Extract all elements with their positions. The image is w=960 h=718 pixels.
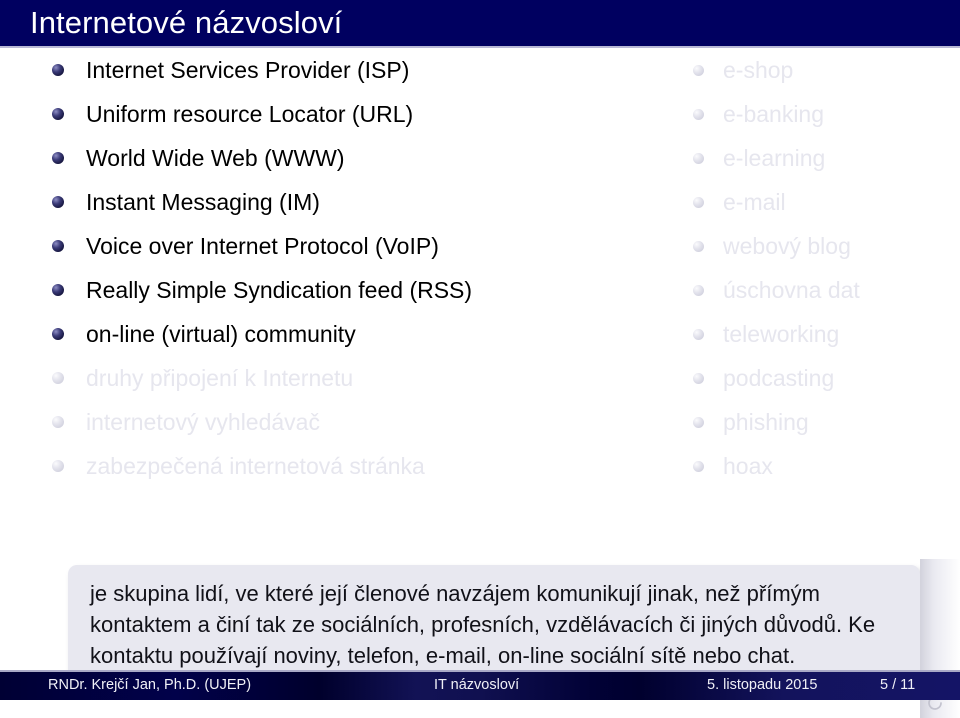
left-bullet-label: Uniform resource Locator (URL) bbox=[86, 101, 414, 127]
bullet-sphere-icon bbox=[693, 65, 704, 76]
right-bullet-item: hoax bbox=[693, 444, 955, 488]
left-bullet-item: on-line (virtual) community bbox=[52, 312, 672, 356]
right-bullet-item: úschovna dat bbox=[693, 268, 955, 312]
right-bullet-label: e-shop bbox=[723, 57, 794, 83]
slide-title-bar: Internetové názvosloví bbox=[0, 0, 960, 46]
right-bullet-label: phishing bbox=[723, 409, 809, 435]
bullet-sphere-icon bbox=[693, 153, 704, 164]
left-bullet-item: zabezpečená internetová stránka bbox=[52, 444, 672, 488]
page-title: Internetové názvosloví bbox=[30, 5, 343, 40]
bullet-sphere-icon bbox=[52, 328, 64, 340]
bullet-sphere-icon bbox=[693, 109, 704, 120]
left-bullet-label: on-line (virtual) community bbox=[86, 321, 356, 347]
left-bullet-list: Internet Services Provider (ISP) Uniform … bbox=[52, 48, 672, 488]
right-bullet-label: e-mail bbox=[723, 189, 786, 215]
left-bullet-item: Instant Messaging (IM) bbox=[52, 180, 672, 224]
right-bullet-item: e-learning bbox=[693, 136, 955, 180]
slide-content: Internet Services Provider (ISP) Uniform … bbox=[0, 48, 960, 718]
bullet-sphere-icon bbox=[52, 64, 64, 76]
left-bullet-label: Really Simple Syndication feed (RSS) bbox=[86, 277, 473, 303]
left-bullet-label: druhy připojení k Internetu bbox=[86, 365, 354, 391]
right-bullet-item: podcasting bbox=[693, 356, 955, 400]
left-bullet-item: druhy připojení k Internetu bbox=[52, 356, 672, 400]
right-bullet-label: e-banking bbox=[723, 101, 825, 127]
right-bullet-item: e-mail bbox=[693, 180, 955, 224]
definition-text: je skupina lidí, ve které její členové n… bbox=[90, 581, 876, 668]
right-bullet-item: phishing bbox=[693, 400, 955, 444]
right-bullet-label: e-learning bbox=[723, 145, 826, 171]
bullet-sphere-icon bbox=[693, 461, 704, 472]
left-bullet-label: zabezpečená internetová stránka bbox=[86, 453, 425, 479]
bullet-sphere-icon bbox=[52, 108, 64, 120]
definition-callout: je skupina lidí, ve které její členové n… bbox=[68, 565, 920, 685]
left-bullet-label: Voice over Internet Protocol (VoIP) bbox=[86, 233, 439, 259]
left-bullet-label: Instant Messaging (IM) bbox=[86, 189, 320, 215]
left-bullet-item: Really Simple Syndication feed (RSS) bbox=[52, 268, 672, 312]
bullet-sphere-icon bbox=[693, 241, 704, 252]
slide-footer: RNDr. Krejčí Jan, Ph.D. (UJEP) IT názvos… bbox=[0, 670, 960, 700]
bullet-sphere-icon bbox=[52, 372, 64, 384]
bullet-sphere-icon bbox=[52, 152, 64, 164]
footer-subject: IT názvosloví bbox=[434, 677, 520, 693]
bullet-sphere-icon bbox=[693, 329, 704, 340]
right-bullet-item: webový blog bbox=[693, 224, 955, 268]
left-bullet-label: internetový vyhledávač bbox=[86, 409, 320, 435]
right-bullet-label: teleworking bbox=[723, 321, 840, 347]
bullet-sphere-icon bbox=[693, 285, 704, 296]
right-bullet-label: hoax bbox=[723, 453, 773, 479]
bullet-sphere-icon bbox=[52, 196, 64, 208]
left-bullet-label: World Wide Web (WWW) bbox=[86, 145, 345, 171]
bullet-sphere-icon bbox=[52, 240, 64, 252]
right-bullet-list: e-shop e-banking e-learning e-mail webový bl… bbox=[693, 48, 955, 488]
bullet-sphere-icon bbox=[52, 284, 64, 296]
bullet-sphere-icon bbox=[693, 197, 704, 208]
bullet-sphere-icon bbox=[52, 460, 64, 472]
left-bullet-item: Internet Services Provider (ISP) bbox=[52, 48, 672, 92]
right-bullet-item: teleworking bbox=[693, 312, 955, 356]
bullet-sphere-icon bbox=[52, 416, 64, 428]
footer-date: 5. listopadu 2015 bbox=[707, 677, 818, 693]
footer-page-number: 5 / 11 bbox=[880, 677, 916, 693]
left-bullet-item: Uniform resource Locator (URL) bbox=[52, 92, 672, 136]
right-bullet-item: e-banking bbox=[693, 92, 955, 136]
right-bullet-label: podcasting bbox=[723, 365, 835, 391]
left-bullet-item: Voice over Internet Protocol (VoIP) bbox=[52, 224, 672, 268]
left-bullet-label: Internet Services Provider (ISP) bbox=[86, 57, 410, 83]
right-bullet-label: webový blog bbox=[723, 233, 851, 259]
footer-author: RNDr. Krejčí Jan, Ph.D. (UJEP) bbox=[48, 677, 252, 693]
bullet-sphere-icon bbox=[693, 417, 704, 428]
right-bullet-label: úschovna dat bbox=[723, 277, 860, 303]
left-bullet-item: World Wide Web (WWW) bbox=[52, 136, 672, 180]
bullet-sphere-icon bbox=[693, 373, 704, 384]
left-bullet-item: internetový vyhledávač bbox=[52, 400, 672, 444]
right-bullet-item: e-shop bbox=[693, 48, 955, 92]
